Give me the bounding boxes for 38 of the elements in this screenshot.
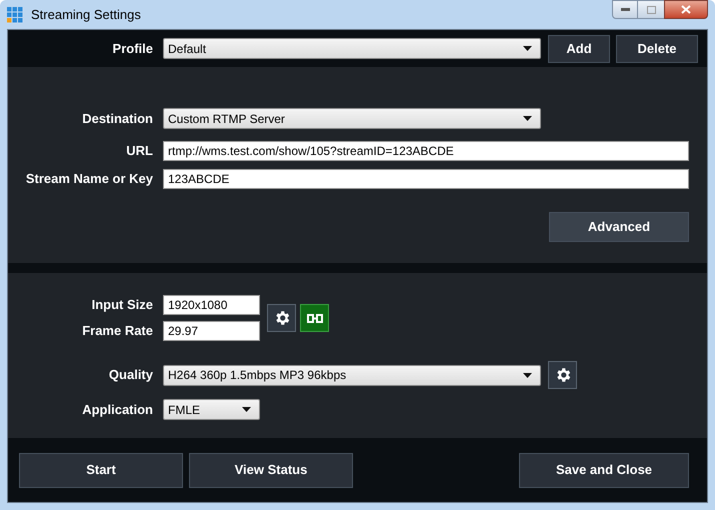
add-button[interactable]: Add [548,34,610,62]
minimize-button[interactable] [612,0,638,19]
dropdown[interactable]: Custom RTMP Server [163,108,541,129]
settings-button[interactable] [267,304,296,332]
minimize-icon [620,8,630,11]
caret-icon [523,46,532,51]
text-field[interactable]: 29.97 [163,321,260,341]
dropdown[interactable]: Default [163,38,541,59]
field-label: Application [81,400,153,419]
maximize-button[interactable] [638,0,664,19]
caret-icon [242,407,251,412]
dropdown[interactable]: H264 360p 1.5mbps MP3 96kbps [163,364,541,386]
field-label: Profile [112,40,153,58]
dropdown[interactable]: FMLE [163,399,260,420]
caret-icon [523,116,532,121]
field-label: Frame Rate [81,322,153,340]
footer-button[interactable]: View Status [189,452,353,488]
link-button[interactable] [300,304,329,332]
close-icon [681,5,691,14]
text-field[interactable]: 1920x1080 [163,295,260,315]
field-label: URL [125,142,153,160]
advanced-button[interactable]: Advanced [549,212,689,242]
settings-button[interactable] [548,361,577,389]
field-label: Destination [81,110,153,128]
maximize-icon [646,6,656,14]
field-label: Quality [108,366,153,384]
caret-icon [523,372,532,378]
close-button[interactable] [664,0,708,19]
link-icon [306,314,322,322]
field-label: Stream Name or Key [24,170,153,188]
app-icon [7,6,23,22]
save-close-button[interactable]: Save and Close [519,452,689,488]
footer-button[interactable]: Start [19,452,183,488]
text-field[interactable]: rtmp://wms.test.com/show/105?streamID=123ABCDE [163,141,689,161]
text-field[interactable]: 123ABCDE [163,169,689,189]
field-label: Input Size [90,296,153,314]
delete-button[interactable]: Delete [616,34,698,62]
window-title: Streaming Settings [31,6,141,24]
